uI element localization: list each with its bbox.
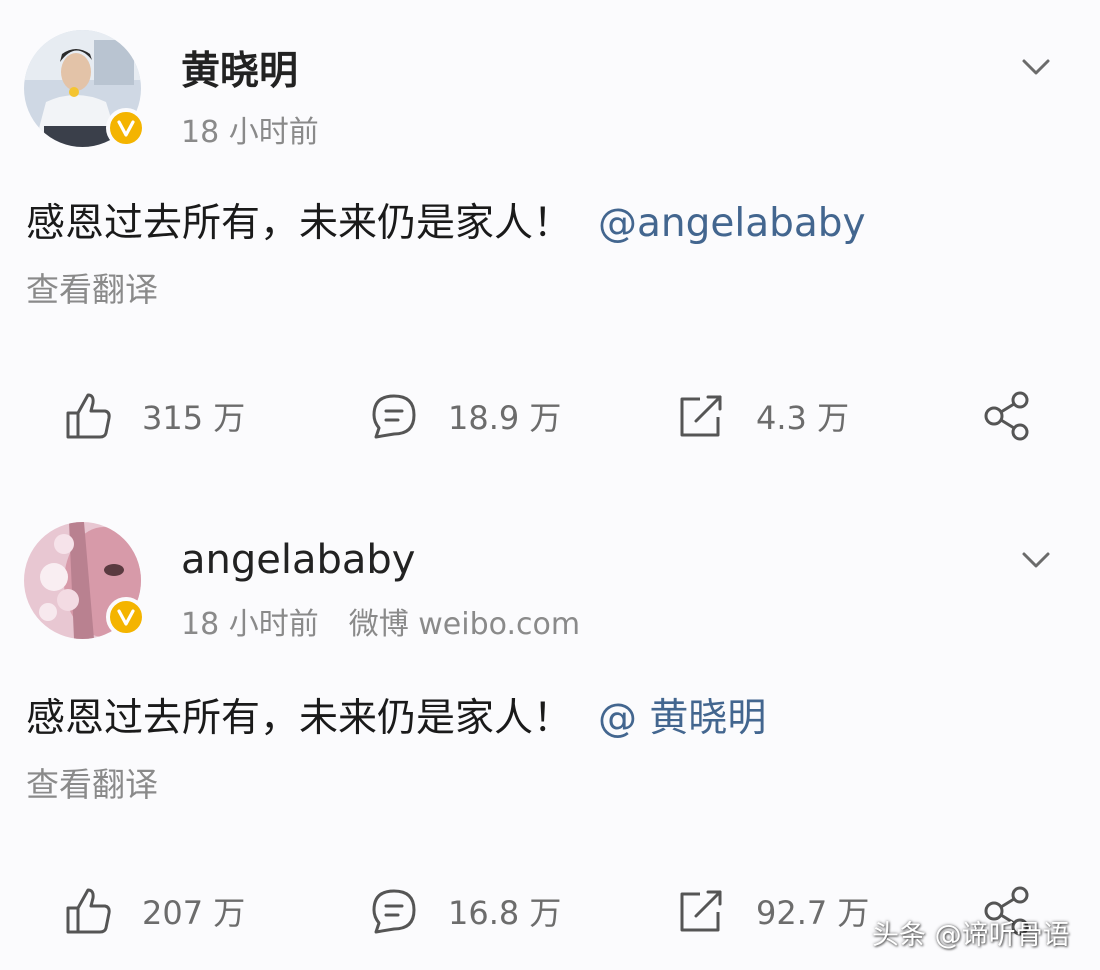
repost-arrow-icon bbox=[680, 395, 722, 437]
post-text: 感恩过去所有，未来仍是家人！ bbox=[26, 201, 573, 246]
thumbs-up-icon bbox=[66, 888, 111, 934]
repost-count: 92.7 万 bbox=[756, 894, 870, 932]
chevron-down-icon[interactable] bbox=[1016, 52, 1056, 82]
repost-count: 4.3 万 bbox=[756, 399, 850, 437]
comment-button[interactable]: 18.9 万 bbox=[370, 386, 561, 446]
mention-link[interactable]: @ 黄晓明 bbox=[598, 696, 766, 741]
post-time: 18 小时前 bbox=[181, 115, 319, 150]
weibo-post: angelababy 18 小时前 微博 weibo.com 感恩过去所有，未来仍… bbox=[0, 495, 1100, 970]
post-meta: 18 小时前 微博 weibo.com bbox=[181, 599, 580, 643]
view-translation-link[interactable]: 查看翻译 bbox=[26, 758, 158, 806]
post-text: 感恩过去所有，未来仍是家人！ bbox=[26, 696, 573, 741]
comment-bubble-icon bbox=[372, 394, 416, 439]
like-button[interactable]: 315 万 bbox=[64, 386, 245, 446]
comment-count: 18.9 万 bbox=[448, 399, 562, 437]
post-time: 18 小时前 bbox=[181, 607, 319, 642]
view-translation-link[interactable]: 查看翻译 bbox=[26, 263, 158, 311]
post-source: 微博 weibo.com bbox=[348, 607, 581, 642]
post-content: 感恩过去所有，未来仍是家人！ @angelababy bbox=[26, 192, 866, 248]
share-icon[interactable] bbox=[982, 390, 1034, 446]
mention-link[interactable]: @angelababy bbox=[598, 201, 866, 246]
comment-button[interactable]: 16.8 万 bbox=[370, 881, 561, 941]
like-count: 315 万 bbox=[142, 399, 246, 437]
repost-button[interactable]: 4.3 万 bbox=[678, 386, 849, 446]
post-content: 感恩过去所有，未来仍是家人！ @ 黄晓明 bbox=[26, 687, 766, 743]
comment-bubble-icon bbox=[372, 889, 416, 934]
chevron-down-icon[interactable] bbox=[1016, 545, 1056, 575]
username[interactable]: 黄晓明 bbox=[181, 40, 298, 96]
like-count: 207 万 bbox=[142, 894, 246, 932]
verified-badge-icon bbox=[106, 108, 146, 148]
post-meta: 18 小时前 bbox=[181, 107, 319, 151]
repost-button[interactable]: 92.7 万 bbox=[678, 881, 869, 941]
verified-badge-icon bbox=[106, 597, 146, 637]
comment-count: 16.8 万 bbox=[448, 894, 562, 932]
weibo-post: 黄晓明 18 小时前 感恩过去所有，未来仍是家人！ @angelababy 查看翻… bbox=[0, 0, 1100, 495]
watermark: 头条 @谛听骨语 bbox=[872, 920, 1070, 951]
repost-arrow-icon bbox=[680, 890, 722, 932]
like-button[interactable]: 207 万 bbox=[64, 881, 245, 941]
username[interactable]: angelababy bbox=[181, 537, 415, 583]
thumbs-up-icon bbox=[66, 393, 111, 439]
